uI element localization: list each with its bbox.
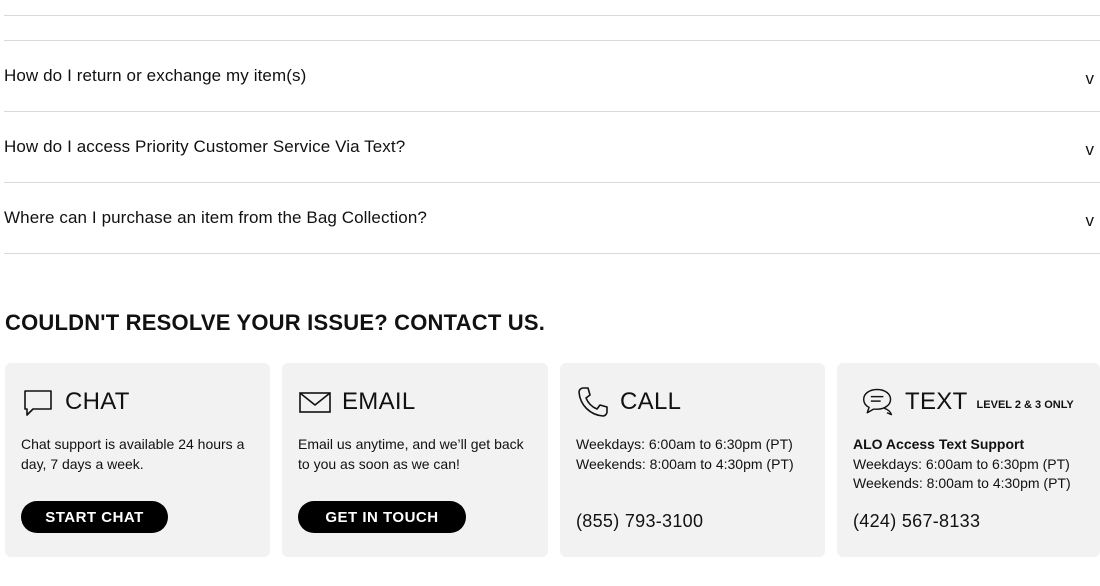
chat-title: CHAT [65, 388, 130, 415]
contact-heading: COULDN'T RESOLVE YOUR ISSUE? CONTACT US. [5, 310, 546, 335]
text-phone-number[interactable]: (424) 567-8133 [853, 511, 980, 532]
get-in-touch-button[interactable]: GET IN TOUCH [298, 501, 466, 533]
text-title: TEXT [905, 388, 968, 415]
start-chat-button[interactable]: START CHAT [21, 501, 168, 533]
call-weekdays: Weekdays: 6:00am to 6:30pm (PT) [576, 436, 793, 452]
chat-card: CHAT Chat support is available 24 hours … [5, 363, 270, 557]
chevron-down-icon[interactable]: v [1086, 140, 1095, 160]
chat-bubble-icon [21, 385, 55, 419]
email-description: Email us anytime, and we’ll get back to … [298, 436, 524, 472]
text-support-heading: ALO Access Text Support [853, 436, 1025, 452]
chevron-down-icon[interactable]: v [1086, 69, 1095, 89]
faq-divider [4, 253, 1100, 254]
text-weekends: Weekends: 8:00am to 4:30pm (PT) [853, 475, 1071, 491]
envelope-icon [298, 385, 332, 419]
faq-item-priority-text[interactable]: How do I access Priority Customer Servic… [4, 112, 1100, 182]
email-title: EMAIL [342, 388, 416, 415]
text-details: ALO Access Text Support Weekdays: 6:00am… [853, 435, 1086, 494]
faq-question: How do I access Priority Customer Servic… [4, 137, 406, 156]
phone-icon [576, 385, 610, 419]
call-hours: Weekdays: 6:00am to 6:30pm (PT) Weekends… [576, 435, 811, 474]
text-level-badge: LEVEL 2 & 3 ONLY [976, 399, 1074, 411]
faq-question: Where can I purchase an item from the Ba… [4, 208, 427, 227]
text-card: TEXT LEVEL 2 & 3 ONLY ALO Access Text Su… [837, 363, 1100, 557]
call-title: CALL [620, 388, 682, 415]
faq-item-return-exchange[interactable]: How do I return or exchange my item(s) v [4, 41, 1100, 111]
call-phone-number[interactable]: (855) 793-3100 [576, 511, 703, 532]
speech-bubbles-icon [861, 385, 895, 419]
call-weekends: Weekends: 8:00am to 4:30pm (PT) [576, 455, 794, 472]
text-weekdays: Weekdays: 6:00am to 6:30pm (PT) [853, 455, 1070, 472]
top-divider [4, 15, 1100, 16]
call-card: CALL Weekdays: 6:00am to 6:30pm (PT) Wee… [560, 363, 825, 557]
faq-item-bag-collection[interactable]: Where can I purchase an item from the Ba… [4, 183, 1100, 253]
chat-description: Chat support is available 24 hours a day… [21, 436, 245, 472]
email-card: EMAIL Email us anytime, and we’ll get ba… [282, 363, 548, 557]
faq-question: How do I return or exchange my item(s) [4, 66, 307, 85]
chevron-down-icon[interactable]: v [1086, 211, 1095, 231]
